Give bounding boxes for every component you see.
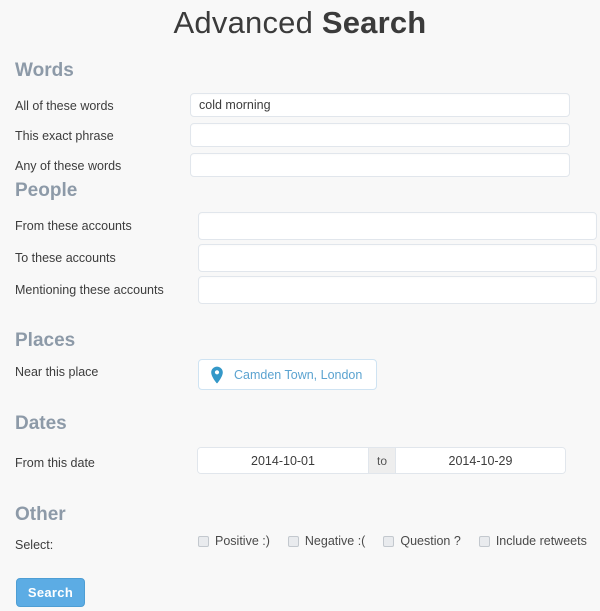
near-this-place-value: Camden Town, London <box>234 367 363 382</box>
input-to-these-accounts[interactable] <box>198 244 597 272</box>
checkbox-item-include-retweets[interactable]: Include retweets <box>478 534 587 548</box>
checkbox-box-include-retweets[interactable] <box>478 535 490 547</box>
checkbox-box-question[interactable] <box>383 535 395 547</box>
near-this-place-button[interactable]: Camden Town, London <box>198 359 378 390</box>
checkbox-box-positive[interactable] <box>198 535 209 547</box>
input-any-of-these-words[interactable] <box>190 153 570 177</box>
input-date-to[interactable] <box>396 448 565 473</box>
label-near-this-place: Near this place <box>15 365 99 379</box>
label-from-this-date: From this date <box>15 456 95 470</box>
section-heading-other: Other <box>15 504 66 525</box>
checkbox-item-question[interactable]: Question ? <box>383 534 461 548</box>
label-to-these-accounts: To these accounts <box>15 251 116 265</box>
label-select: Select: <box>15 538 54 552</box>
checkbox-box-negative[interactable] <box>287 535 299 547</box>
page-title-strong: Search <box>321 5 427 40</box>
map-pin-icon <box>210 366 224 384</box>
input-mentioning-these-accounts[interactable] <box>198 276 597 304</box>
search-button[interactable]: Search <box>16 578 85 607</box>
label-any-of-these-words: Any of these words <box>15 159 122 173</box>
page-title-regular: Advanced <box>173 5 322 40</box>
section-heading-places: Places <box>15 330 76 351</box>
input-from-these-accounts[interactable] <box>198 212 597 240</box>
label-mentioning-these-accounts: Mentioning these accounts <box>15 283 164 297</box>
section-heading-words: Words <box>15 60 74 81</box>
checkbox-item-positive[interactable]: Positive :) <box>198 534 270 548</box>
checkbox-label-include-retweets: Include retweets <box>495 534 587 548</box>
checkbox-item-negative[interactable]: Negative :( <box>287 534 366 548</box>
section-heading-dates: Dates <box>15 413 67 434</box>
label-all-of-these-words: All of these words <box>15 99 114 113</box>
checkbox-label-positive: Positive :) <box>215 534 270 548</box>
date-range-separator: to <box>368 448 396 473</box>
input-all-of-these-words[interactable] <box>190 93 570 117</box>
checkbox-label-question: Question ? <box>400 534 461 548</box>
label-from-these-accounts: From these accounts <box>15 219 132 233</box>
input-this-exact-phrase[interactable] <box>190 123 570 147</box>
checkbox-label-negative: Negative :( <box>304 534 366 548</box>
date-range-group: to <box>197 447 566 474</box>
other-options-row: Positive :) Negative :( Question ? Inclu… <box>198 534 587 548</box>
input-date-from[interactable] <box>198 448 368 473</box>
page-title: Advanced Search <box>0 2 600 44</box>
section-heading-people: People <box>15 180 78 201</box>
label-this-exact-phrase: This exact phrase <box>15 129 114 143</box>
